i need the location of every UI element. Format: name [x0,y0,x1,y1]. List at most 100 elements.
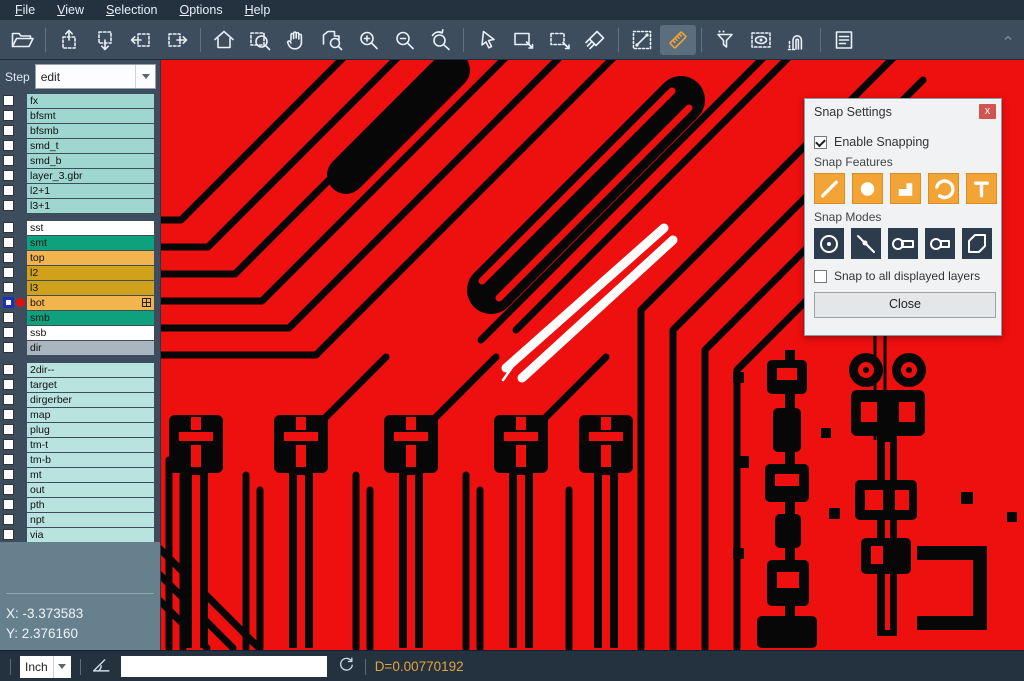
measure-ruler-button[interactable] [660,25,696,55]
layer-row-bfsmb[interactable]: bfsmb [0,123,160,138]
layer-row-fx[interactable]: fx [0,93,160,108]
snap-feature-surface-button[interactable] [890,173,921,204]
layer-name[interactable]: pth [27,498,154,512]
layer-visibility-checkbox[interactable] [3,222,14,233]
pan-hand-button[interactable] [278,25,314,55]
pan-up-button[interactable] [51,25,87,55]
layer-name[interactable]: smt [27,236,154,250]
layer-name[interactable]: bot [27,296,154,310]
snap-feature-line-button[interactable] [814,173,845,204]
layer-row-l2[interactable]: l2 [0,265,160,280]
snap-mode-on-feature-button[interactable] [851,228,881,259]
menu-item-help[interactable]: Help [234,0,282,20]
layer-row-map[interactable]: map [0,407,160,422]
layer-name[interactable]: tm-t [27,438,154,452]
layer-row-layer_3.gbr[interactable]: layer_3.gbr [0,168,160,183]
layer-visibility-checkbox[interactable] [3,424,14,435]
layer-row-bot[interactable]: bot [0,295,160,310]
layer-visibility-checkbox[interactable] [3,95,14,106]
log-form-button[interactable] [826,25,862,55]
layer-row-smd_b[interactable]: smd_b [0,153,160,168]
snap-mode-pad-short-button[interactable] [925,228,955,259]
command-input[interactable] [121,656,327,677]
layer-row-bfsmt[interactable]: bfsmt [0,108,160,123]
zoom-previous-button[interactable] [422,25,458,55]
layer-name[interactable]: map [27,408,154,422]
close-button[interactable]: Close [814,292,996,318]
zoom-out-button[interactable] [386,25,422,55]
layer-name[interactable]: smd_b [27,154,154,168]
zoom-polygon-button[interactable] [314,25,350,55]
dialog-close-button[interactable]: x [979,104,996,119]
refresh-icon[interactable] [336,654,356,679]
layer-visibility-checkbox[interactable] [3,237,14,248]
layer-row-plug[interactable]: plug [0,422,160,437]
layer-name[interactable]: l3 [27,281,154,295]
layer-visibility-checkbox[interactable] [3,454,14,465]
layer-name[interactable]: dirgerber [27,393,154,407]
layer-name[interactable]: l3+1 [27,199,154,213]
layer-row-mt[interactable]: mt [0,467,160,482]
snap-all-layers-checkbox[interactable] [814,270,827,283]
layer-row-pth[interactable]: pth [0,497,160,512]
layer-name[interactable]: target [27,378,154,392]
layer-visibility-checkbox[interactable] [3,140,14,151]
layer-visibility-checkbox[interactable] [3,185,14,196]
layer-name[interactable]: bfsmt [27,109,154,123]
clean-brush-button[interactable] [577,25,613,55]
enable-snapping-checkbox[interactable] [814,136,827,149]
measure-line-button[interactable] [624,25,660,55]
menu-item-options[interactable]: Options [168,0,233,20]
toolbar-overflow-chevron[interactable] [1002,31,1014,49]
layer-name[interactable]: l2+1 [27,184,154,198]
layer-name[interactable]: plug [27,423,154,437]
snap-all-layers-row[interactable]: Snap to all displayed layers [814,269,992,283]
layer-row-l3+1[interactable]: l3+1 [0,198,160,213]
layer-name[interactable]: smd_t [27,139,154,153]
layer-visibility-checkbox[interactable] [3,297,14,308]
snap-feature-text-button[interactable] [966,173,997,204]
snap-mode-contour-button[interactable] [962,228,992,259]
layer-row-sst[interactable]: sst [0,220,160,235]
layer-visibility-checkbox[interactable] [3,342,14,353]
layer-row-out[interactable]: out [0,482,160,497]
layer-row-top[interactable]: top [0,250,160,265]
filter-button[interactable] [707,25,743,55]
select-rectangle-button[interactable] [505,25,541,55]
layer-row-2dir--[interactable]: 2dir-- [0,362,160,377]
units-select[interactable]: Inch [20,656,71,678]
snap-button[interactable] [779,25,815,55]
layer-row-via[interactable]: via [0,527,160,542]
layer-name[interactable]: sst [27,221,154,235]
select-cursor-button[interactable] [469,25,505,55]
pan-right-button[interactable] [159,25,195,55]
layer-visibility-checkbox[interactable] [3,252,14,263]
layer-visibility-checkbox[interactable] [3,529,14,540]
layer-visibility-checkbox[interactable] [3,110,14,121]
open-file-button[interactable] [4,25,40,55]
layer-name[interactable]: fx [27,94,154,108]
layer-visibility-checkbox[interactable] [3,155,14,166]
snap-feature-pad-button[interactable] [852,173,883,204]
snap-mode-pad-long-button[interactable] [888,228,918,259]
view-options-button[interactable] [743,25,779,55]
layer-name[interactable]: dir [27,341,154,355]
layer-visibility-checkbox[interactable] [3,394,14,405]
layer-row-smd_t[interactable]: smd_t [0,138,160,153]
dialog-titlebar[interactable]: Snap Settings x [805,99,1001,124]
enable-snapping-row[interactable]: Enable Snapping [814,135,992,149]
select-multiple-button[interactable] [541,25,577,55]
layer-row-tm-b[interactable]: tm-b [0,452,160,467]
layer-name[interactable]: via [27,528,154,542]
layer-row-smb[interactable]: smb [0,310,160,325]
layer-row-tm-t[interactable]: tm-t [0,437,160,452]
zoom-window-button[interactable] [242,25,278,55]
layer-name[interactable]: ssb [27,326,154,340]
layer-visibility-checkbox[interactable] [3,499,14,510]
menu-item-view[interactable]: View [46,0,95,20]
layer-row-l3[interactable]: l3 [0,280,160,295]
layer-visibility-checkbox[interactable] [3,327,14,338]
layer-name[interactable]: bfsmb [27,124,154,138]
layer-name[interactable]: mt [27,468,154,482]
zoom-home-button[interactable] [206,25,242,55]
